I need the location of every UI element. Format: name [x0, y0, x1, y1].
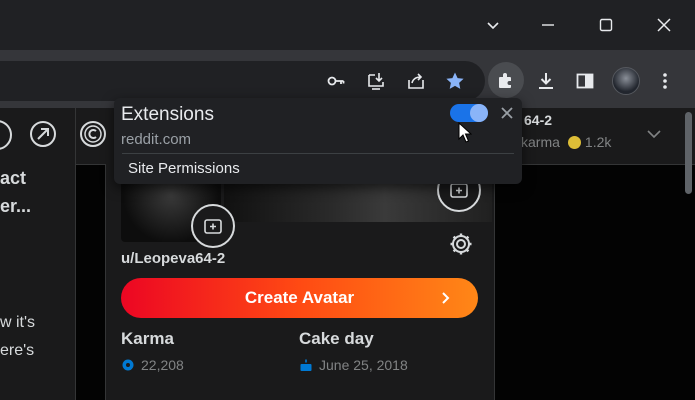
coins-button[interactable]	[79, 120, 107, 153]
key-icon	[327, 76, 345, 86]
copyright-icon	[80, 121, 106, 147]
extensions-icon	[499, 73, 511, 88]
password-key-button[interactable]	[321, 66, 351, 96]
toggle-knob	[470, 104, 488, 122]
karma-count: 22,208	[141, 357, 184, 373]
mouse-cursor	[458, 121, 473, 149]
user-menu-chevron[interactable]	[645, 125, 663, 148]
chevron-right-icon	[442, 292, 450, 304]
maximize-icon	[599, 18, 613, 32]
side-panel-button[interactable]	[570, 66, 600, 96]
install-app-button[interactable]	[361, 66, 391, 96]
extensions-button[interactable]	[488, 62, 524, 98]
tab-search-button[interactable]	[475, 8, 511, 42]
share-icon	[408, 73, 424, 89]
popup-close-button[interactable]	[498, 104, 516, 127]
popup-site: reddit.com	[121, 131, 192, 148]
profile-settings-button[interactable]	[448, 231, 474, 262]
header-username[interactable]: 64-2	[524, 112, 552, 128]
cake-icon	[300, 359, 312, 371]
site-permissions-link[interactable]: Site Permissions	[128, 160, 240, 177]
create-avatar-button[interactable]: Create Avatar	[121, 278, 478, 318]
bookmark-star-button[interactable]	[440, 66, 470, 96]
karma-label: karma	[521, 134, 560, 150]
coin-icon	[567, 135, 581, 149]
add-image-icon	[204, 219, 222, 234]
popup-divider	[122, 153, 514, 154]
site-access-toggle[interactable]	[450, 104, 488, 122]
popular-button[interactable]	[29, 120, 57, 153]
karma-title: Karma	[121, 329, 174, 348]
cakeday-stat: June 25, 2018	[299, 357, 408, 373]
kebab-menu-icon	[663, 73, 667, 89]
arrow-up-right-icon	[30, 121, 56, 147]
profile-avatar[interactable]	[612, 67, 640, 95]
header-karma: karma 1.2k	[521, 134, 611, 150]
maximize-button[interactable]	[588, 8, 624, 42]
karma-gear-icon	[122, 359, 134, 371]
popup-title: Extensions	[121, 104, 214, 125]
post-title-line1: act	[0, 168, 27, 188]
sidepanel-icon	[576, 73, 594, 89]
post-body-line2: ere's	[0, 342, 35, 359]
install-icon	[368, 73, 384, 90]
close-icon	[657, 18, 671, 32]
post-title-line2: er...	[0, 196, 32, 216]
close-icon	[501, 107, 513, 119]
karma-value: 1.2k	[584, 134, 612, 150]
create-avatar-label: Create Avatar	[244, 288, 355, 307]
post-body-line1: w it's	[0, 314, 36, 331]
chevron-down-icon	[647, 130, 661, 139]
close-window-button[interactable]	[646, 8, 682, 42]
downloads-button[interactable]	[531, 66, 561, 96]
star-icon	[446, 72, 464, 89]
cursor-arrow-icon	[458, 121, 473, 143]
add-avatar-button[interactable]	[191, 204, 235, 248]
cakeday-title: Cake day	[299, 329, 374, 348]
browser-menu-button[interactable]	[650, 66, 680, 96]
karma-stat: 22,208	[121, 357, 184, 373]
profile-username: u/Leopeva64-2	[121, 250, 226, 267]
share-button[interactable]	[401, 66, 431, 96]
gear-icon	[450, 233, 472, 255]
download-icon	[539, 73, 553, 89]
cakeday-date: June 25, 2018	[319, 357, 408, 373]
minimize-button[interactable]	[530, 8, 566, 42]
minimize-icon	[542, 24, 554, 26]
chevron-down-icon	[487, 22, 499, 30]
scrollbar-thumb[interactable]	[685, 112, 692, 194]
